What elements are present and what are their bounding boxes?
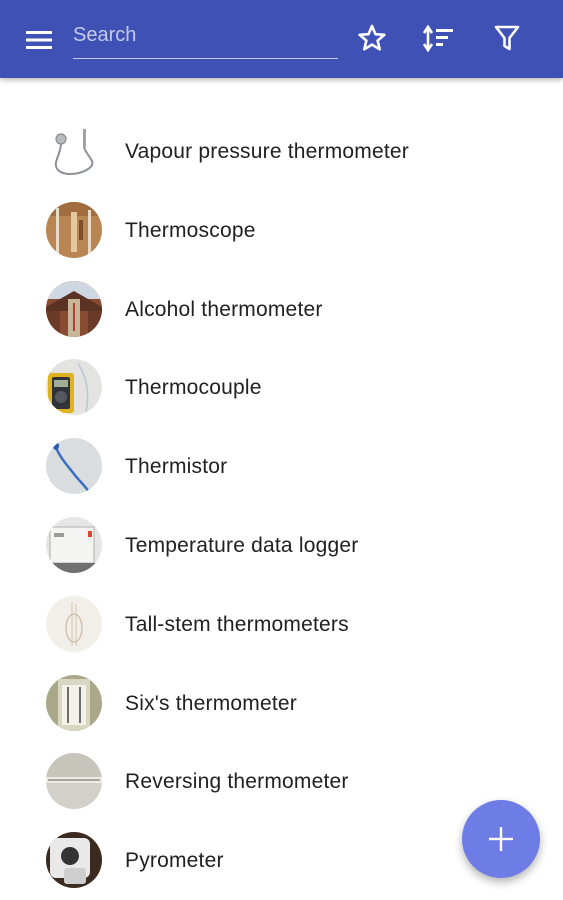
- list-item-label: Vapour pressure thermometer: [125, 140, 409, 163]
- sixs-thermometer-photo: [46, 674, 102, 731]
- app-bar: [0, 0, 563, 78]
- list-item[interactable]: Temperature data logger: [0, 506, 563, 585]
- list-item[interactable]: Thermistor: [0, 427, 563, 506]
- list-item[interactable]: Thermoscope: [0, 191, 563, 270]
- sort-icon[interactable]: [422, 22, 454, 54]
- plus-icon: [489, 827, 513, 851]
- thermocouple-photo: [46, 359, 102, 416]
- list-item-label: Alcohol thermometer: [125, 297, 323, 321]
- search-input[interactable]: [73, 20, 338, 50]
- pyrometer-photo: [46, 832, 102, 889]
- list-item[interactable]: Vapour pressure thermometer: [0, 112, 563, 191]
- list-item-label: Tall-stem thermometers: [125, 612, 349, 636]
- search-field: [73, 20, 338, 59]
- list-item-label: Six's thermometer: [125, 691, 297, 715]
- list-item-label: Reversing thermometer: [125, 770, 349, 794]
- list-item[interactable]: Thermocouple: [0, 348, 563, 427]
- list-item-label: Thermistor: [125, 455, 228, 479]
- thermoscope-photo: [46, 201, 102, 258]
- vapour-pressure-thermometer-photo: [46, 123, 102, 179]
- thermometer-list: Vapour pressure thermometer Thermoscope: [0, 112, 563, 900]
- temperature-data-logger-photo: [46, 516, 102, 573]
- list-item[interactable]: Tall-stem thermometers: [0, 585, 563, 664]
- list-item[interactable]: Six's thermometer: [0, 664, 563, 743]
- add-button[interactable]: [462, 800, 540, 878]
- list-item[interactable]: Alcohol thermometer: [0, 270, 563, 349]
- alcohol-thermometer-photo: [46, 280, 102, 337]
- filter-icon[interactable]: [491, 22, 523, 54]
- reversing-thermometer-photo: [46, 753, 102, 810]
- tall-stem-thermometers-photo: [46, 595, 102, 652]
- thermistor-photo: [46, 438, 102, 495]
- star-outline-icon[interactable]: [356, 22, 388, 54]
- menu-icon[interactable]: [22, 24, 58, 56]
- list-item-label: Temperature data logger: [125, 533, 359, 557]
- list-item-label: Thermocouple: [125, 376, 262, 400]
- list-item-label: Thermoscope: [125, 218, 256, 242]
- list-item-label: Pyrometer: [125, 849, 224, 873]
